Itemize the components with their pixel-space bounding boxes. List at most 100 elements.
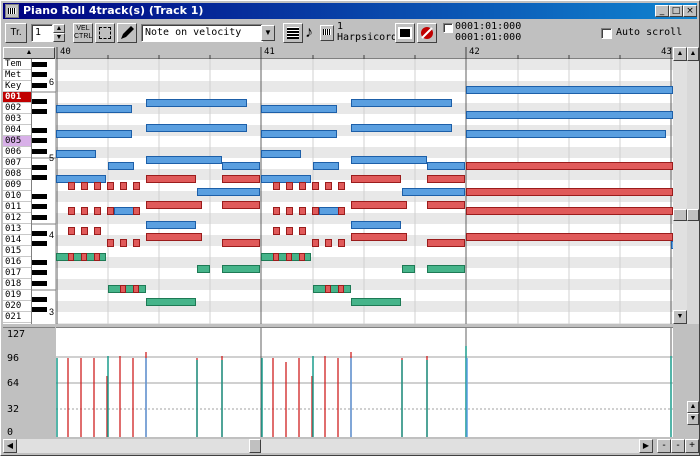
note[interactable] bbox=[56, 105, 132, 113]
maximize-button[interactable]: □ bbox=[669, 5, 683, 17]
note[interactable] bbox=[261, 130, 337, 138]
note[interactable] bbox=[286, 207, 293, 215]
note[interactable] bbox=[146, 298, 196, 306]
note[interactable] bbox=[427, 175, 465, 183]
display-button[interactable] bbox=[395, 23, 415, 43]
app-icon[interactable] bbox=[5, 4, 19, 18]
zoom-out-button[interactable]: - bbox=[657, 439, 671, 453]
controller-dropdown-button[interactable]: ▼ bbox=[261, 25, 275, 41]
note[interactable] bbox=[94, 253, 100, 261]
note[interactable] bbox=[466, 207, 673, 215]
note[interactable] bbox=[94, 182, 101, 190]
horizontal-scrollbar[interactable]: ◀ ▶ bbox=[3, 439, 653, 453]
note[interactable] bbox=[338, 207, 345, 215]
track-row[interactable]: 020 bbox=[3, 301, 31, 312]
note[interactable] bbox=[338, 239, 345, 247]
track-button[interactable]: Tr. bbox=[5, 23, 27, 43]
track-row[interactable]: 014 bbox=[3, 235, 31, 246]
scroll-right-button[interactable]: ▶ bbox=[639, 439, 653, 453]
track-row[interactable]: 019 bbox=[3, 290, 31, 301]
note[interactable] bbox=[427, 239, 465, 247]
note[interactable] bbox=[351, 156, 427, 164]
record-button[interactable] bbox=[417, 23, 437, 43]
note[interactable] bbox=[81, 207, 88, 215]
velocity-pane[interactable] bbox=[56, 327, 673, 437]
note[interactable] bbox=[133, 285, 139, 293]
note[interactable] bbox=[68, 182, 75, 190]
note[interactable] bbox=[325, 239, 332, 247]
note[interactable] bbox=[312, 207, 319, 215]
note[interactable] bbox=[466, 188, 673, 196]
note[interactable] bbox=[312, 239, 319, 247]
zoom-up-button[interactable]: ▲ bbox=[687, 47, 699, 61]
note[interactable] bbox=[146, 175, 196, 183]
position-start-checkbox[interactable] bbox=[443, 23, 453, 33]
note[interactable] bbox=[120, 285, 126, 293]
note[interactable] bbox=[107, 207, 114, 215]
note[interactable] bbox=[427, 162, 465, 170]
note[interactable] bbox=[286, 253, 292, 261]
note[interactable] bbox=[133, 207, 140, 215]
track-row[interactable]: 018 bbox=[3, 279, 31, 290]
track-row[interactable]: 010 bbox=[3, 191, 31, 202]
note[interactable] bbox=[351, 233, 407, 241]
zoom-in-button[interactable]: + bbox=[685, 439, 699, 453]
note[interactable] bbox=[351, 201, 407, 209]
note[interactable] bbox=[146, 201, 202, 209]
track-row-metronome[interactable]: Met bbox=[3, 70, 31, 81]
note[interactable] bbox=[312, 182, 319, 190]
note[interactable] bbox=[222, 162, 260, 170]
track-row[interactable]: 021 bbox=[3, 312, 31, 323]
track-row[interactable]: 009 bbox=[3, 180, 31, 191]
track-up-button[interactable]: ▲ bbox=[53, 24, 65, 33]
note[interactable] bbox=[351, 99, 452, 107]
track-row[interactable]: 013 bbox=[3, 224, 31, 235]
note[interactable] bbox=[466, 111, 673, 119]
note-grid[interactable] bbox=[56, 59, 673, 324]
note[interactable] bbox=[261, 150, 301, 158]
note[interactable] bbox=[120, 239, 127, 247]
track-row[interactable]: 003 bbox=[3, 114, 31, 125]
horizontal-scroll-thumb[interactable] bbox=[249, 439, 261, 453]
note[interactable] bbox=[338, 182, 345, 190]
zoom-thumb[interactable] bbox=[687, 209, 699, 221]
note[interactable] bbox=[107, 239, 114, 247]
track-row[interactable]: 006 bbox=[3, 147, 31, 158]
grid-vertical-scrollbar[interactable]: ▲ ▼ bbox=[673, 47, 687, 324]
track-row-selected[interactable]: 001 bbox=[3, 92, 31, 103]
scroll-thumb[interactable] bbox=[673, 209, 687, 221]
note[interactable] bbox=[133, 182, 140, 190]
note[interactable] bbox=[313, 162, 339, 170]
note[interactable] bbox=[81, 182, 88, 190]
note[interactable] bbox=[273, 253, 279, 261]
vel-ctrl-button[interactable]: VEL CTRL bbox=[73, 23, 93, 43]
note[interactable] bbox=[299, 182, 306, 190]
close-button[interactable]: × bbox=[683, 5, 697, 17]
note[interactable] bbox=[222, 175, 260, 183]
note[interactable] bbox=[146, 156, 222, 164]
note[interactable] bbox=[466, 86, 673, 94]
track-row[interactable]: 008 bbox=[3, 169, 31, 180]
note[interactable] bbox=[466, 162, 673, 170]
note[interactable] bbox=[197, 188, 260, 196]
velocity-scroll-down-button[interactable]: ▼ bbox=[687, 413, 699, 425]
note[interactable] bbox=[351, 175, 401, 183]
note[interactable] bbox=[107, 182, 114, 190]
note[interactable] bbox=[146, 221, 196, 229]
note[interactable] bbox=[68, 207, 75, 215]
note[interactable] bbox=[56, 150, 96, 158]
note[interactable] bbox=[81, 227, 88, 235]
note[interactable] bbox=[68, 227, 75, 235]
note[interactable] bbox=[286, 227, 293, 235]
note[interactable] bbox=[402, 188, 465, 196]
note[interactable] bbox=[351, 221, 401, 229]
note[interactable] bbox=[108, 162, 134, 170]
track-row[interactable]: 004 bbox=[3, 125, 31, 136]
scroll-left-button[interactable]: ◀ bbox=[3, 439, 17, 453]
note[interactable] bbox=[197, 265, 210, 273]
note[interactable] bbox=[313, 285, 351, 293]
note[interactable] bbox=[120, 182, 127, 190]
note[interactable] bbox=[68, 253, 74, 261]
note[interactable] bbox=[222, 239, 260, 247]
select-tool-button[interactable] bbox=[95, 23, 115, 43]
